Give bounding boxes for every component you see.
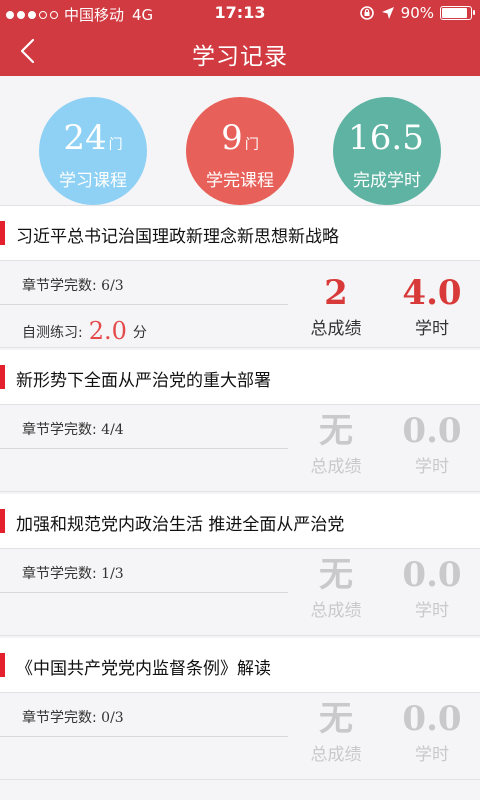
total-score: 无 总成绩: [288, 699, 384, 765]
accent-bar: [0, 509, 5, 533]
stat-unit: 门: [244, 137, 259, 153]
total-score: 2 总成绩: [288, 273, 384, 339]
stat-value: 24: [63, 118, 107, 158]
chapter-progress-row: 章节学完数: 6/3: [0, 261, 288, 305]
total-score: 无 总成绩: [288, 411, 384, 477]
chapter-label: 章节学完数:: [22, 422, 102, 438]
course-item[interactable]: 新形势下全面从严治党的重大部署 章节学完数: 4/4 无 总成绩 0.0 学时: [0, 350, 480, 492]
chapter-label: 章节学完数:: [22, 566, 102, 582]
total-score-value: 无: [319, 555, 353, 595]
nav-bar: 学习记录: [0, 26, 480, 76]
course-detail: 章节学完数: 0/3 无 总成绩 0.0 学时: [0, 692, 480, 780]
stat-value: 16.5: [348, 118, 424, 158]
accent-bar: [0, 653, 5, 677]
chapter-label: 章节学完数:: [22, 278, 102, 294]
status-bar: 中国移动 4G 17:13 90%: [0, 0, 480, 26]
study-hours-label: 学时: [415, 457, 449, 477]
rotation-lock-icon: [359, 6, 374, 20]
course-title: 新形势下全面从严治党的重大部署: [16, 371, 271, 391]
total-score-label: 总成绩: [310, 457, 362, 477]
study-hours: 0.0 学时: [384, 555, 480, 621]
stat-label: 学习课程: [59, 171, 127, 191]
study-hours-label: 学时: [415, 319, 449, 339]
selftest-value: 2.0: [88, 317, 127, 345]
selftest-row: 自测练习: 2.0 分: [0, 305, 288, 349]
course-title-row[interactable]: 《中国共产党党内监督条例》解读: [0, 638, 480, 692]
accent-bar: [0, 221, 5, 245]
stat-label: 学完课程: [206, 171, 274, 191]
selftest-unit: 分: [132, 325, 147, 341]
total-score-value: 无: [319, 411, 353, 451]
stat-unit: 门: [108, 137, 123, 153]
chapter-progress-row: 章节学完数: 1/3: [0, 549, 288, 593]
course-title: 加强和规范党内政治生活 推进全面从严治党: [16, 515, 345, 535]
page-title: 学习记录: [192, 44, 288, 70]
study-hours: 4.0 学时: [384, 273, 480, 339]
chapter-value: 1/3: [101, 566, 124, 582]
location-arrow-icon: [381, 7, 394, 19]
study-hours-label: 学时: [415, 601, 449, 621]
study-hours-value: 0.0: [402, 699, 462, 739]
course-title: 习近平总书记治国理政新理念新思想新战略: [16, 227, 339, 247]
study-hours: 0.0 学时: [384, 411, 480, 477]
stat-courses-studied: 24 门 学习课程: [39, 97, 147, 205]
accent-bar: [0, 365, 5, 389]
study-hours-value: 4.0: [402, 273, 462, 313]
course-title-row[interactable]: 新形势下全面从严治党的重大部署: [0, 350, 480, 404]
course-item[interactable]: 《中国共产党党内监督条例》解读 章节学完数: 0/3 无 总成绩 0.0 学时: [0, 638, 480, 780]
chapter-progress-row: 章节学完数: 4/4: [0, 405, 288, 449]
course-item[interactable]: 加强和规范党内政治生活 推进全面从严治党 章节学完数: 1/3 无 总成绩 0.…: [0, 494, 480, 636]
course-title-row[interactable]: 习近平总书记治国理政新理念新思想新战略: [0, 206, 480, 260]
course-detail: 章节学完数: 4/4 无 总成绩 0.0 学时: [0, 404, 480, 492]
stat-hours-completed: 16.5 完成学时: [333, 97, 441, 205]
selftest-label: 自测练习:: [22, 325, 83, 341]
course-title: 《中国共产党党内监督条例》解读: [16, 659, 271, 679]
course-detail: 章节学完数: 1/3 无 总成绩 0.0 学时: [0, 548, 480, 636]
study-hours-value: 0.0: [402, 555, 462, 595]
chapter-value: 0/3: [101, 710, 124, 726]
stat-courses-completed: 9门 学完课程: [186, 97, 294, 205]
battery-icon: [440, 6, 475, 20]
study-hours-label: 学时: [415, 745, 449, 765]
chapter-value: 6/3: [101, 278, 124, 294]
total-score-label: 总成绩: [310, 601, 362, 621]
stat-value: 9: [221, 118, 243, 158]
battery-percent: 90%: [400, 4, 434, 22]
study-hours-value: 0.0: [402, 411, 462, 451]
course-title-row[interactable]: 加强和规范党内政治生活 推进全面从严治党: [0, 494, 480, 548]
total-score-label: 总成绩: [310, 319, 362, 339]
battery-level: [442, 8, 468, 18]
status-right: 90%: [359, 4, 475, 22]
total-score-value: 2: [324, 273, 348, 313]
study-hours: 0.0 学时: [384, 699, 480, 765]
total-score-label: 总成绩: [310, 745, 362, 765]
stats-panel: 24 门 学习课程 9门 学完课程 16.5 完成学时: [0, 76, 480, 206]
course-detail: 章节学完数: 6/3 自测练习: 2.0 分 2 总成绩 4.0 学时: [0, 260, 480, 348]
course-item[interactable]: 习近平总书记治国理政新理念新思想新战略 章节学完数: 6/3 自测练习: 2.0 分…: [0, 206, 480, 348]
chapter-value: 4/4: [101, 422, 124, 438]
total-score: 无 总成绩: [288, 555, 384, 621]
total-score-value: 无: [319, 699, 353, 739]
chapter-label: 章节学完数:: [22, 710, 102, 726]
stat-label: 完成学时: [353, 171, 421, 191]
chapter-progress-row: 章节学完数: 0/3: [0, 693, 288, 737]
